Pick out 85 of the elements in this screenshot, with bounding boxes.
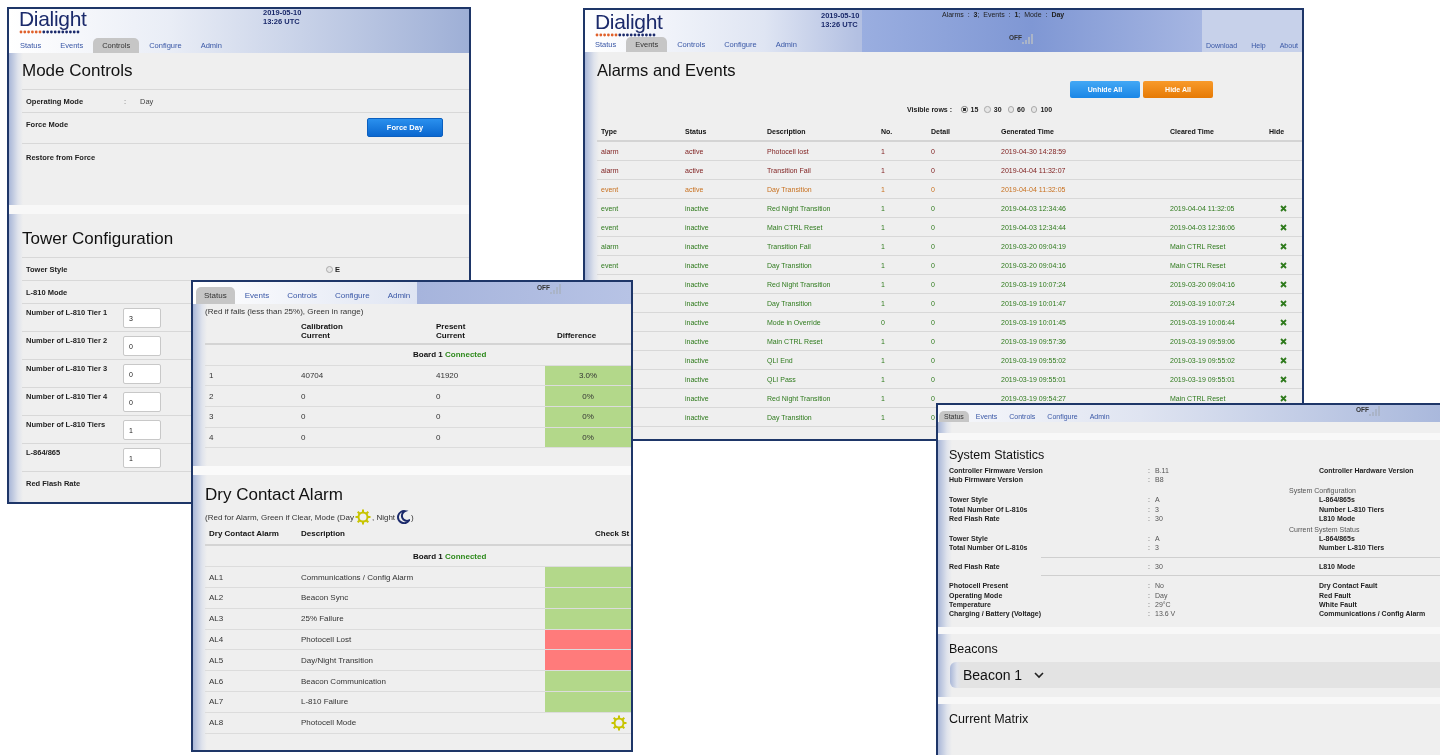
table-cell: 2 [209, 391, 214, 401]
hide-icon[interactable] [1280, 394, 1287, 402]
page-title: Alarms and Events [597, 61, 737, 80]
table-cell: Photocell Lost [301, 635, 352, 644]
column-header: Calibration Current [301, 322, 344, 340]
difference-cell: 0% [545, 406, 631, 428]
table-cell: AL7 [209, 697, 224, 707]
hide-icon[interactable] [1280, 280, 1287, 288]
table-cell: Beacon Sync [301, 593, 349, 603]
table-cell: 0 [301, 412, 306, 422]
table-cell: 0 [301, 433, 306, 443]
table-cell: AL4 [209, 635, 224, 644]
radio-button[interactable] [961, 106, 968, 113]
signal-icon [1369, 406, 1381, 416]
table-cell: Day/Night Transition [301, 655, 374, 665]
hide-icon[interactable] [1280, 299, 1287, 307]
legend-text: (Red if fails (less than 25%), Green in range) [205, 307, 365, 316]
column-header: Check St [595, 529, 630, 539]
signal-icon [550, 284, 562, 294]
nav-tab[interactable]: Controls [279, 287, 325, 304]
sun-icon [611, 714, 627, 731]
difference-cell: 0% [545, 427, 631, 448]
table-cell: AL6 [209, 676, 224, 686]
connection-status: Connected [445, 350, 487, 360]
board-label: Board 1 [413, 350, 443, 360]
difference-cell: 3.0% [545, 365, 631, 386]
table-cell: 4 [209, 433, 214, 443]
table-cell: Photocell Mode [301, 718, 357, 728]
column-header: Difference [557, 331, 597, 340]
legend-text: (Red for Alarm, Green if Clear, Mode (Day [205, 512, 354, 522]
nav-tab[interactable]: Status [196, 287, 235, 304]
radio-button[interactable] [1030, 106, 1038, 113]
beacon-accordion[interactable]: Beacon 1 [950, 662, 1440, 689]
hide-icon[interactable] [1280, 337, 1287, 345]
table-cell: 40704 [301, 371, 324, 381]
table-cell: 0 [436, 433, 441, 443]
legend-text: ) [411, 512, 414, 522]
table-cell: AL8 [209, 718, 224, 728]
hide-icon[interactable] [1280, 375, 1287, 383]
hide-icon[interactable] [1280, 242, 1287, 250]
connection-status: Connected [445, 551, 487, 561]
table-cell: AL5 [209, 655, 224, 665]
table-cell: 41920 [436, 371, 459, 381]
hide-icon[interactable] [1280, 223, 1287, 231]
table-cell: 25% Failure [301, 614, 344, 624]
hide-icon[interactable] [1280, 318, 1287, 326]
table-cell: AL3 [209, 614, 224, 624]
radio-button[interactable] [984, 106, 991, 113]
legend-text: , Night [371, 512, 396, 522]
table-cell: 0 [436, 412, 441, 422]
signal-icon [1022, 34, 1034, 44]
section-title: Tower Configuration [22, 229, 175, 249]
table-cell: Communications / Config Alarm [301, 572, 414, 582]
hide-icon[interactable] [1280, 356, 1287, 364]
nav-tab[interactable]: Admin [379, 287, 419, 304]
hide-icon[interactable] [1280, 261, 1287, 269]
column-header: Present Current [436, 322, 467, 340]
column-header: Dry Contact Alarm [209, 529, 279, 539]
dots-drawing [595, 33, 657, 37]
logo: Dialight [595, 11, 664, 32]
section-title: Current Matrix [949, 712, 1030, 727]
section-title: Mode Controls [22, 61, 134, 81]
section-title: System Statistics [949, 448, 1046, 462]
dots-drawing [19, 30, 81, 34]
nav-tab[interactable]: Configure [326, 287, 378, 304]
table-cell: 1 [209, 371, 214, 381]
section-title: Beacons [949, 642, 999, 657]
table-cell: 0 [436, 391, 441, 401]
table-cell: 3 [209, 412, 214, 422]
moon-icon [396, 510, 411, 525]
hide-icon[interactable] [1280, 204, 1287, 212]
nav-tab[interactable]: Events [236, 287, 278, 304]
board-label: Board 1 [413, 551, 443, 561]
table-cell: Beacon Communication [301, 676, 386, 686]
table-cell: AL2 [209, 593, 224, 603]
sun-icon [354, 509, 371, 526]
table-cell: AL1 [209, 572, 224, 582]
section-title: Dry Contact Alarm [193, 466, 631, 506]
difference-cell: 0% [545, 385, 631, 407]
radio-button[interactable] [1007, 106, 1015, 113]
table-cell: L-810 Failure [301, 697, 349, 707]
radio-button[interactable] [326, 266, 333, 273]
table-cell: 0 [301, 391, 306, 401]
column-header: Description [301, 529, 345, 539]
logo: Dialight [19, 9, 88, 29]
